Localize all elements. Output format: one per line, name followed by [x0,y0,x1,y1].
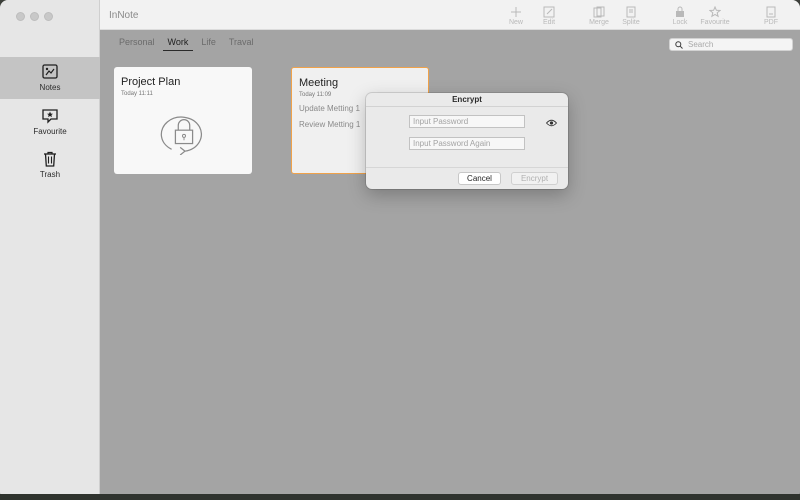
window-controls [16,12,53,21]
zoom-window-button[interactable] [44,12,53,21]
edit-button[interactable]: Edit [532,6,566,30]
note-line: Review Metting 1 [299,120,361,129]
close-window-button[interactable] [16,12,25,21]
locked-note-icon [160,116,203,155]
sidebar-item-label: Trash [39,170,61,179]
sidebar-item-favourite[interactable]: Favourite [0,101,100,143]
confirm-password-field[interactable] [409,137,525,150]
merge-button[interactable]: Merge [582,6,616,30]
edit-icon [543,6,555,18]
sidebar: Notes Favourite Trash [0,0,100,500]
note-date: Today 11:11 [121,91,153,97]
favourite-label: Favourite [700,19,730,26]
merge-icon [593,6,605,18]
cancel-button[interactable]: Cancel [458,172,501,185]
lock-button[interactable]: Lock [663,6,697,30]
plus-icon [511,7,521,17]
encrypt-dialog: Encrypt Cancel Encrypt [366,93,568,189]
password-field[interactable] [409,115,525,128]
lock-label: Lock [672,19,688,26]
sidebar-item-trash[interactable]: Trash [0,144,100,186]
sidebar-item-notes[interactable]: Notes [0,57,100,99]
note-title: Meeting [299,77,339,89]
new-button[interactable]: New [499,6,533,30]
search-input[interactable] [688,40,788,49]
eye-icon[interactable] [546,119,557,127]
sidebar-item-label: Notes [39,83,61,92]
note-date: Today 11:09 [299,92,332,98]
edit-label: Edit [542,19,556,26]
category-tabs: Personal Work Life Traval [119,37,267,51]
minimize-window-button[interactable] [30,12,39,21]
tab-life[interactable]: Life [201,37,216,51]
search-box [669,38,793,51]
desktop-background [0,494,800,500]
favourite-button[interactable]: Favourite [698,6,732,30]
sidebar-item-label: Favourite [33,127,67,136]
lock-icon [676,6,684,17]
toolbar: InNote New Edit Merge Splite Lock Favour… [100,0,800,30]
note-line: Update Metting 1 [299,104,360,113]
app-window: Notes Favourite Trash InNote New Edit Me… [0,0,800,500]
encrypt-button[interactable]: Encrypt [511,172,558,185]
app-title: InNote [109,10,139,21]
pdf-icon [766,6,776,18]
notes-icon [42,64,58,79]
split-icon [626,6,636,18]
favourite-icon [42,109,58,124]
dialog-divider [366,167,568,168]
pdf-label: PDF [764,19,778,26]
note-card-project-plan[interactable]: Project Plan Today 11:11 [114,67,252,174]
split-button[interactable]: Splite [614,6,648,30]
tab-personal[interactable]: Personal [119,37,155,51]
note-title: Project Plan [121,76,181,88]
split-label: Splite [622,19,640,26]
tab-traval[interactable]: Traval [229,37,254,51]
pdf-button[interactable]: PDF [754,6,788,30]
trash-icon [44,151,56,167]
merge-label: Merge [589,19,609,26]
tab-work[interactable]: Work [162,37,194,51]
search-icon [675,40,683,49]
new-label: New [508,19,523,26]
star-icon [709,6,721,18]
dialog-title: Encrypt [366,93,568,107]
